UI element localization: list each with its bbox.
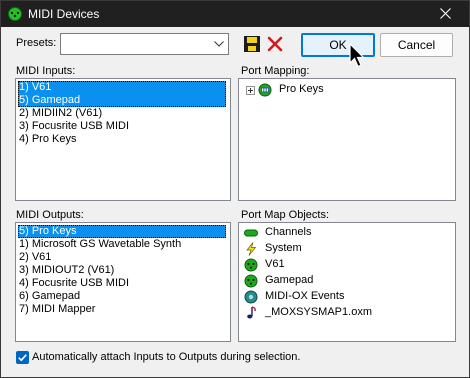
- object-item-label: System: [265, 242, 302, 254]
- list-item[interactable]: 5) Gamepad: [18, 94, 226, 107]
- music-note-file-icon: [247, 306, 256, 319]
- midi-port-icon: [244, 258, 258, 272]
- list-item[interactable]: 2) MIDIIN2 (V61): [18, 107, 226, 120]
- list-item[interactable]: 7) MIDI Mapper: [18, 303, 226, 316]
- checkmark-icon: [18, 354, 27, 362]
- midi-outputs-list[interactable]: 5) Pro Keys 1) Microsoft GS Wavetable Sy…: [15, 222, 231, 342]
- midi-inputs-list[interactable]: 1) V61 5) Gamepad 2) MIDIIN2 (V61) 3) Fo…: [15, 78, 231, 201]
- tree-expand-icon[interactable]: [246, 86, 255, 95]
- list-item[interactable]: 4) Pro Keys: [18, 133, 226, 146]
- list-item[interactable]: 2) V61: [18, 251, 226, 264]
- system-lightning-icon: [246, 242, 257, 256]
- object-item-label: _MOXSYSMAP1.oxm: [265, 306, 372, 318]
- midi-inputs-label: MIDI Inputs:: [16, 65, 76, 77]
- list-item[interactable]: 5) Pro Keys: [18, 225, 226, 238]
- auto-attach-label: Automatically attach Inputs to Outputs d…: [32, 351, 301, 363]
- list-item[interactable]: 4) Focusrite USB MIDI: [18, 277, 226, 290]
- port-mapping-tree[interactable]: Pro Keys: [238, 78, 456, 201]
- list-item[interactable]: 3) MIDIOUT2 (V61): [18, 264, 226, 277]
- save-preset-button[interactable]: [241, 33, 263, 55]
- port-map-objects-list[interactable]: Channels System V61 Gamepad MIDI-OX Even…: [238, 222, 456, 342]
- midi-devices-dialog: MIDI Devices Presets: OK Cancel MIDI Inp…: [0, 0, 470, 378]
- midi-outputs-label: MIDI Outputs:: [16, 209, 84, 221]
- midi-port-icon: [244, 274, 258, 288]
- delete-x-icon: [267, 36, 283, 52]
- list-item[interactable]: 1) V61: [18, 81, 226, 94]
- close-button[interactable]: [423, 1, 469, 27]
- mouse-cursor-icon: [349, 43, 365, 68]
- presets-combobox[interactable]: [60, 33, 229, 55]
- chevron-down-icon: [214, 41, 224, 47]
- object-item-label: MIDI-OX Events: [265, 290, 345, 302]
- object-item-label: Gamepad: [265, 274, 314, 286]
- list-item[interactable]: 1) Microsoft GS Wavetable Synth: [18, 238, 226, 251]
- object-item-label: V61: [265, 258, 285, 270]
- cancel-button[interactable]: Cancel: [380, 33, 453, 57]
- midi-ox-app-icon: [8, 7, 22, 21]
- port-mapping-label: Port Mapping:: [241, 65, 310, 77]
- close-icon: [440, 8, 451, 19]
- window-title: MIDI Devices: [28, 7, 100, 21]
- list-item[interactable]: 6) Gamepad: [18, 290, 226, 303]
- delete-preset-button[interactable]: [264, 33, 286, 55]
- tree-item-label: Pro Keys: [279, 83, 324, 95]
- object-item-label: Channels: [265, 226, 312, 238]
- keyboard-port-icon: [258, 83, 272, 97]
- presets-label: Presets:: [16, 37, 57, 49]
- auto-attach-checkbox[interactable]: [16, 351, 29, 364]
- save-icon: [244, 36, 260, 52]
- midi-ox-events-icon: [244, 290, 258, 304]
- title-bar: MIDI Devices: [1, 1, 469, 27]
- list-item[interactable]: 3) Focusrite USB MIDI: [18, 120, 226, 133]
- channels-icon: [244, 229, 258, 237]
- port-map-objects-label: Port Map Objects:: [241, 209, 330, 221]
